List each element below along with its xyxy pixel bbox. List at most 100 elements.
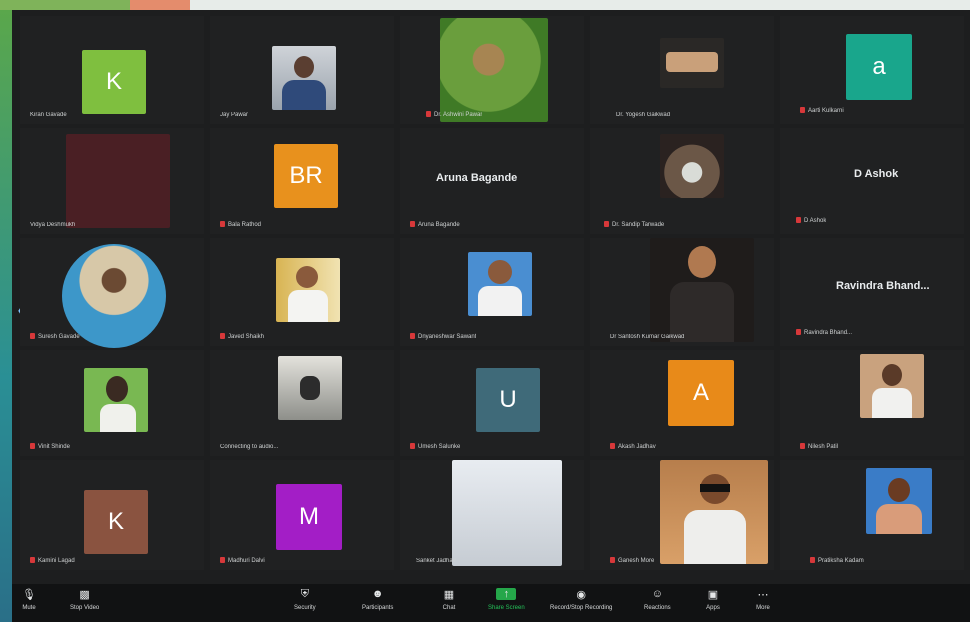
participant-tile[interactable]: Dr. Yogesh Gaikwad — [590, 16, 774, 124]
apps-button[interactable]: ▣ Apps — [706, 588, 720, 612]
participant-tile[interactable]: M Madhuri Dalvi — [210, 460, 394, 570]
apps-label: Apps — [706, 605, 720, 611]
participant-name: Aarti Kulkarni — [800, 107, 844, 114]
muted-mic-icon — [796, 329, 801, 335]
left-strip — [0, 10, 12, 622]
security-label: Security — [294, 605, 316, 611]
mic-icon: 🎙 — [22, 588, 36, 601]
apps-icon: ▣ — [707, 588, 719, 601]
security-button[interactable]: ⛨ Security — [294, 587, 316, 612]
participant-name: Dr. Sandip Tarwade — [604, 221, 664, 228]
muted-mic-icon — [410, 333, 415, 339]
more-button[interactable]: ⋯ More — [756, 588, 770, 612]
participant-tile[interactable]: Jay Pawar — [210, 16, 394, 124]
participant-display-name: Aruna Bagande — [436, 172, 518, 184]
participant-tile[interactable]: Ganesh More — [590, 460, 774, 570]
participant-tile[interactable]: Vidya Deshmukh — [20, 128, 204, 234]
participant-tile[interactable]: K Kiran Gavade — [20, 16, 204, 124]
participant-photo — [866, 468, 932, 534]
stop-video-label: Stop Video — [70, 605, 100, 611]
participant-name: Vidya Deshmukh — [30, 222, 76, 228]
muted-mic-icon — [220, 557, 225, 563]
participant-tile[interactable]: U Umesh Salunke — [400, 350, 584, 456]
participant-tile[interactable]: Nilesh Patil — [780, 350, 964, 456]
participant-name: Vinit Shinde — [30, 443, 70, 450]
participant-name: Connecting to audio... — [220, 444, 279, 450]
participant-display-name: Ravindra Bhand... — [836, 280, 930, 292]
participant-name: Akash Jadhav — [610, 443, 656, 450]
chat-label: Chat — [442, 605, 456, 611]
mute-label: Mute — [22, 605, 36, 611]
participant-tile[interactable]: Dr. Sandip Tarwade — [590, 128, 774, 234]
participant-display-name: D Ashok — [854, 168, 899, 180]
participant-tile[interactable]: K Kamini Lagad — [20, 460, 204, 570]
participant-name: Madhuri Dalvi — [220, 557, 265, 564]
participant-tile[interactable]: Suresh Gavade — [20, 238, 204, 348]
participant-tile[interactable]: Dr. Ashwini Pawar — [400, 16, 584, 124]
participants-button[interactable]: ☻ Participants — [362, 588, 393, 611]
record-label: Record/Stop Recording — [550, 605, 613, 611]
reactions-button[interactable]: ☺ Reactions — [644, 588, 671, 611]
participant-tile[interactable]: Sanket Jadhav — [400, 460, 584, 570]
muted-mic-icon — [610, 557, 615, 563]
participant-name: Umesh Salunke — [410, 443, 460, 450]
more-icon: ⋯ — [757, 588, 769, 601]
muted-mic-icon — [30, 333, 35, 339]
participant-avatar: a — [846, 34, 912, 100]
chat-button[interactable]: ▦ Chat — [442, 588, 456, 612]
participant-name: Aruna Bagande — [410, 221, 460, 228]
stop-video-button[interactable]: ▩ Stop Video — [70, 588, 100, 612]
gallery-grid: K Kiran Gavade Jay Pawar Dr. Ashwini Paw… — [20, 16, 966, 576]
muted-mic-icon — [220, 221, 225, 227]
participant-tile[interactable]: Connecting to audio... — [210, 350, 394, 456]
muted-mic-icon — [410, 443, 415, 449]
reactions-icon: ☺ — [651, 588, 663, 600]
participant-tile[interactable]: Vinit Shinde — [20, 350, 204, 456]
participant-tile[interactable]: BR Bala Rathod — [210, 128, 394, 234]
muted-mic-icon — [800, 107, 805, 113]
top-bar-segment — [130, 0, 190, 10]
participant-name: Dr. Ashwini Pawar — [426, 111, 482, 118]
participant-photo — [272, 46, 336, 110]
participant-name: Dr. Yogesh Gaikwad — [616, 112, 671, 118]
participant-name: Suresh Gavade — [30, 333, 80, 340]
participant-tile[interactable]: Pratiksha Kadam — [780, 460, 964, 570]
participant-tile[interactable]: D Ashok D Ashok — [780, 128, 964, 234]
participant-avatar: U — [476, 368, 540, 432]
participant-photo — [84, 368, 148, 432]
participant-photo — [860, 354, 924, 418]
participant-name: Kamini Lagad — [30, 557, 75, 564]
share-screen-label: Share Screen — [488, 605, 525, 611]
meeting-toolbar: 🎙 Mute ▩ Stop Video ⛨ Security ☻ Participant… — [12, 584, 970, 622]
participant-name: D Ashok — [796, 217, 826, 224]
participant-avatar: K — [82, 50, 146, 114]
muted-mic-icon — [426, 111, 431, 117]
share-screen-icon: ↑ — [496, 588, 517, 600]
participant-tile[interactable]: Aruna Bagande Aruna Bagande — [400, 128, 584, 234]
participant-tile[interactable]: Javed Shaikh — [210, 238, 394, 346]
participant-name: Kiran Gavade — [30, 112, 67, 118]
participant-photo — [66, 134, 170, 228]
participants-label: Participants — [362, 605, 394, 611]
participant-name: Dnyaneshwar Sawant — [410, 333, 476, 340]
participant-tile[interactable]: Ravindra Bhand... Ravindra Bhand... — [780, 238, 964, 346]
participant-tile[interactable]: a Aarti Kulkarni — [780, 16, 964, 124]
participant-name: Ravindra Bhand... — [796, 329, 852, 336]
participant-name: Ganesh More — [610, 557, 654, 564]
muted-mic-icon — [800, 443, 805, 449]
participant-name: Nilesh Patil — [800, 443, 838, 450]
participant-tile[interactable]: Dr Santosh Kumar Gaikwad — [590, 238, 774, 346]
muted-mic-icon — [810, 557, 815, 563]
shield-icon: ⛨ — [300, 587, 309, 600]
participant-tile[interactable]: A Akash Jadhav — [590, 350, 774, 456]
record-button[interactable]: ◉ Record/Stop Recording — [550, 588, 613, 612]
top-bar — [0, 0, 970, 10]
participant-photo — [660, 134, 724, 198]
participant-name: Sanket Jadhav — [416, 558, 456, 564]
participant-photo — [468, 252, 532, 316]
mute-button[interactable]: 🎙 Mute — [22, 588, 36, 612]
muted-mic-icon — [30, 557, 35, 563]
meeting-window: ❮ K Kiran Gavade Jay Pawar Dr. Ashwini P… — [12, 10, 970, 622]
share-screen-button[interactable]: ↑ Share Screen — [488, 588, 525, 611]
participant-tile[interactable]: Dnyaneshwar Sawant — [400, 238, 584, 346]
